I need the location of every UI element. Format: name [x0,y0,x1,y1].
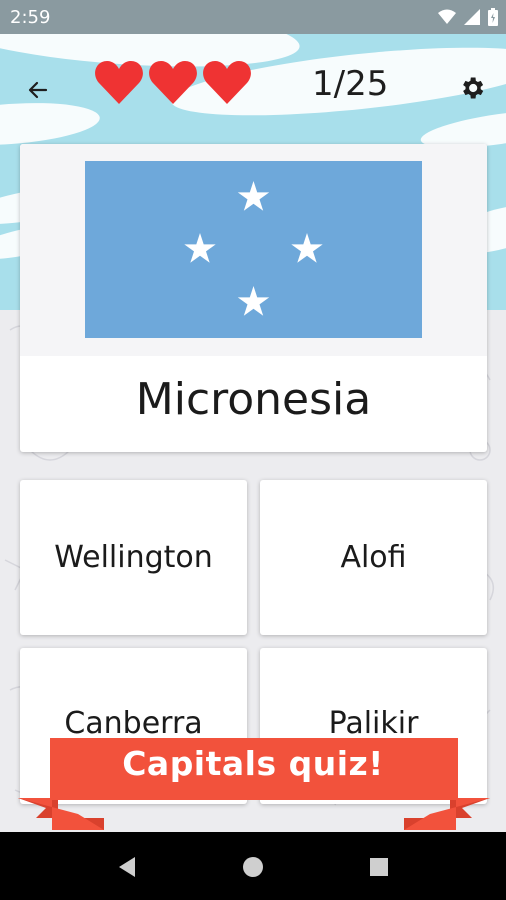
nav-back-button[interactable] [110,850,144,884]
country-name: Micronesia [135,374,372,425]
nav-recents-icon [370,858,388,876]
nav-back-icon [119,857,135,877]
answer-label: Wellington [54,540,213,575]
heart-icon [95,61,143,104]
banner-title: Capitals quiz! [122,744,384,783]
status-bar: 2:59 [0,0,506,34]
back-button[interactable] [18,70,58,110]
gear-icon [463,77,484,99]
lives-indicator [94,58,252,106]
battery-icon [488,8,498,26]
question-card: Micronesia [20,144,487,452]
nav-recents-button[interactable] [362,850,396,884]
nav-home-button[interactable] [236,850,270,884]
system-nav-bar [0,832,506,900]
status-time: 2:59 [10,7,51,28]
question-progress: 1/25 [312,64,389,104]
settings-button[interactable] [452,68,492,108]
flag-of-micronesia [85,161,422,338]
nav-home-icon [243,857,263,877]
quiz-header: 1/25 [0,48,506,120]
answer-label: Canberra [64,705,203,741]
signal-icon [464,9,480,25]
heart-icon [149,61,197,104]
answer-button-2[interactable]: Alofi [260,480,487,635]
arrow-left-icon [28,81,48,99]
answer-label: Palikir [328,705,419,741]
flag-stars [184,181,323,316]
answer-button-1[interactable]: Wellington [20,480,247,635]
wifi-icon [438,9,456,24]
heart-icon [203,61,251,104]
answer-label: Alofi [340,540,407,575]
flag-area [20,144,487,356]
status-icons [438,8,498,26]
